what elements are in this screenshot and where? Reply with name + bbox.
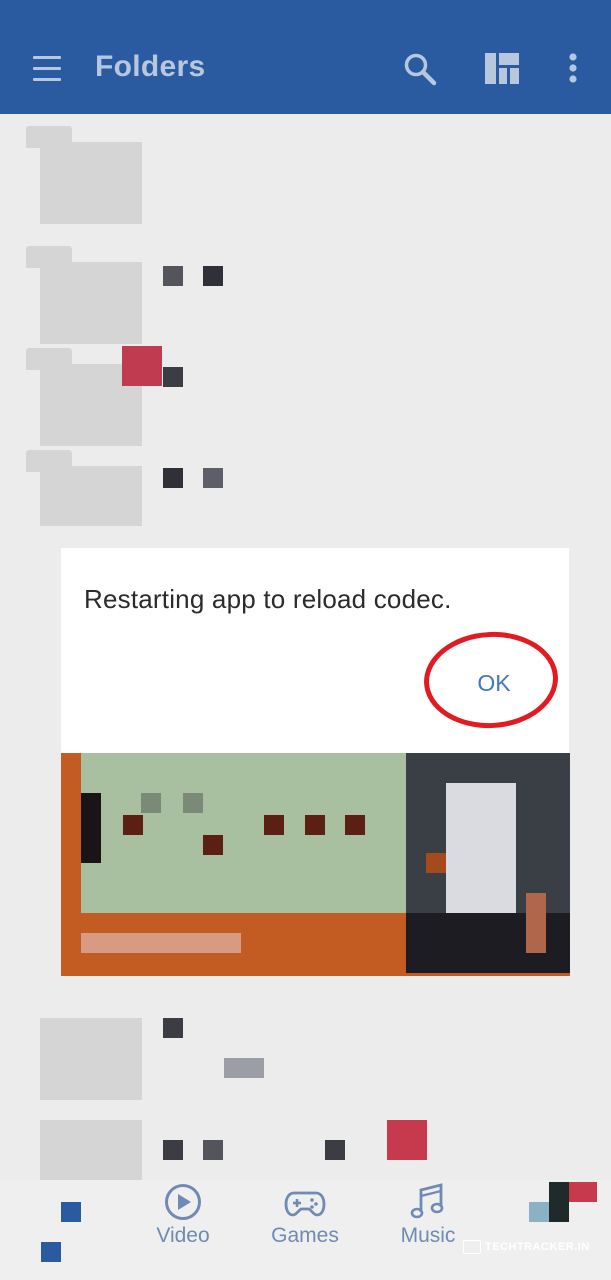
app-bar: Folders xyxy=(0,0,611,114)
play-circle-icon xyxy=(165,1184,201,1220)
pixel-block xyxy=(183,793,203,813)
pixel-block xyxy=(81,793,101,863)
pixel-block xyxy=(325,1140,345,1160)
video-thumbnail[interactable] xyxy=(61,753,570,976)
nav-item-games[interactable]: Games xyxy=(255,1180,355,1280)
folder-thumbnail[interactable] xyxy=(26,126,142,224)
grid-layout-icon[interactable] xyxy=(485,53,519,84)
pixel-block xyxy=(203,266,223,286)
gamepad-icon xyxy=(284,1191,326,1217)
browser-window-icon xyxy=(463,1240,481,1254)
nav-item-music[interactable]: Music xyxy=(378,1180,478,1280)
nav-label: Video xyxy=(156,1224,210,1247)
video-thumbnail[interactable] xyxy=(40,1120,142,1180)
pixel-block xyxy=(203,835,223,855)
more-vert-icon[interactable] xyxy=(567,53,579,83)
watermark-text: TECHTRACKER.IN xyxy=(485,1241,590,1253)
pixel-block xyxy=(387,1120,427,1160)
watermark: TECHTRACKER.IN xyxy=(463,1238,590,1256)
pixel-block xyxy=(163,367,183,387)
search-icon[interactable] xyxy=(403,52,437,86)
pixel-block xyxy=(41,1242,61,1262)
pixel-block xyxy=(81,933,241,953)
pixel-block xyxy=(141,793,161,813)
folder-thumbnail[interactable] xyxy=(26,246,142,344)
nav-item-video[interactable]: Video xyxy=(133,1180,233,1280)
pixel-block xyxy=(305,815,325,835)
dialog-message: Restarting app to reload codec. xyxy=(84,584,452,614)
pixel-block xyxy=(203,1140,223,1160)
pixel-block xyxy=(549,1182,569,1222)
screen: Folders Restarting app to reload codec. … xyxy=(0,0,611,1280)
pixel-block xyxy=(122,346,162,386)
video-thumbnail[interactable] xyxy=(40,1018,142,1100)
pixel-block xyxy=(526,893,546,953)
pixel-block xyxy=(61,1202,81,1222)
thumbnail-region xyxy=(446,783,516,923)
page-title: Folders xyxy=(95,50,206,83)
pixel-block xyxy=(123,815,143,835)
pixel-block xyxy=(163,468,183,488)
pixel-block xyxy=(163,266,183,286)
pixel-block xyxy=(163,1140,183,1160)
pixel-block xyxy=(163,1018,183,1038)
pixel-block xyxy=(224,1058,264,1078)
nav-label: Games xyxy=(271,1224,339,1247)
music-note-icon xyxy=(410,1183,444,1219)
pixel-block xyxy=(529,1202,549,1222)
pixel-block xyxy=(345,815,365,835)
pixel-block xyxy=(264,815,284,835)
pixel-block xyxy=(426,853,446,873)
bottom-nav: Video Games Music xyxy=(0,1180,611,1280)
folder-thumbnail[interactable] xyxy=(26,450,142,526)
pixel-block xyxy=(203,468,223,488)
menu-icon[interactable] xyxy=(33,56,61,82)
pixel-block xyxy=(569,1182,597,1202)
